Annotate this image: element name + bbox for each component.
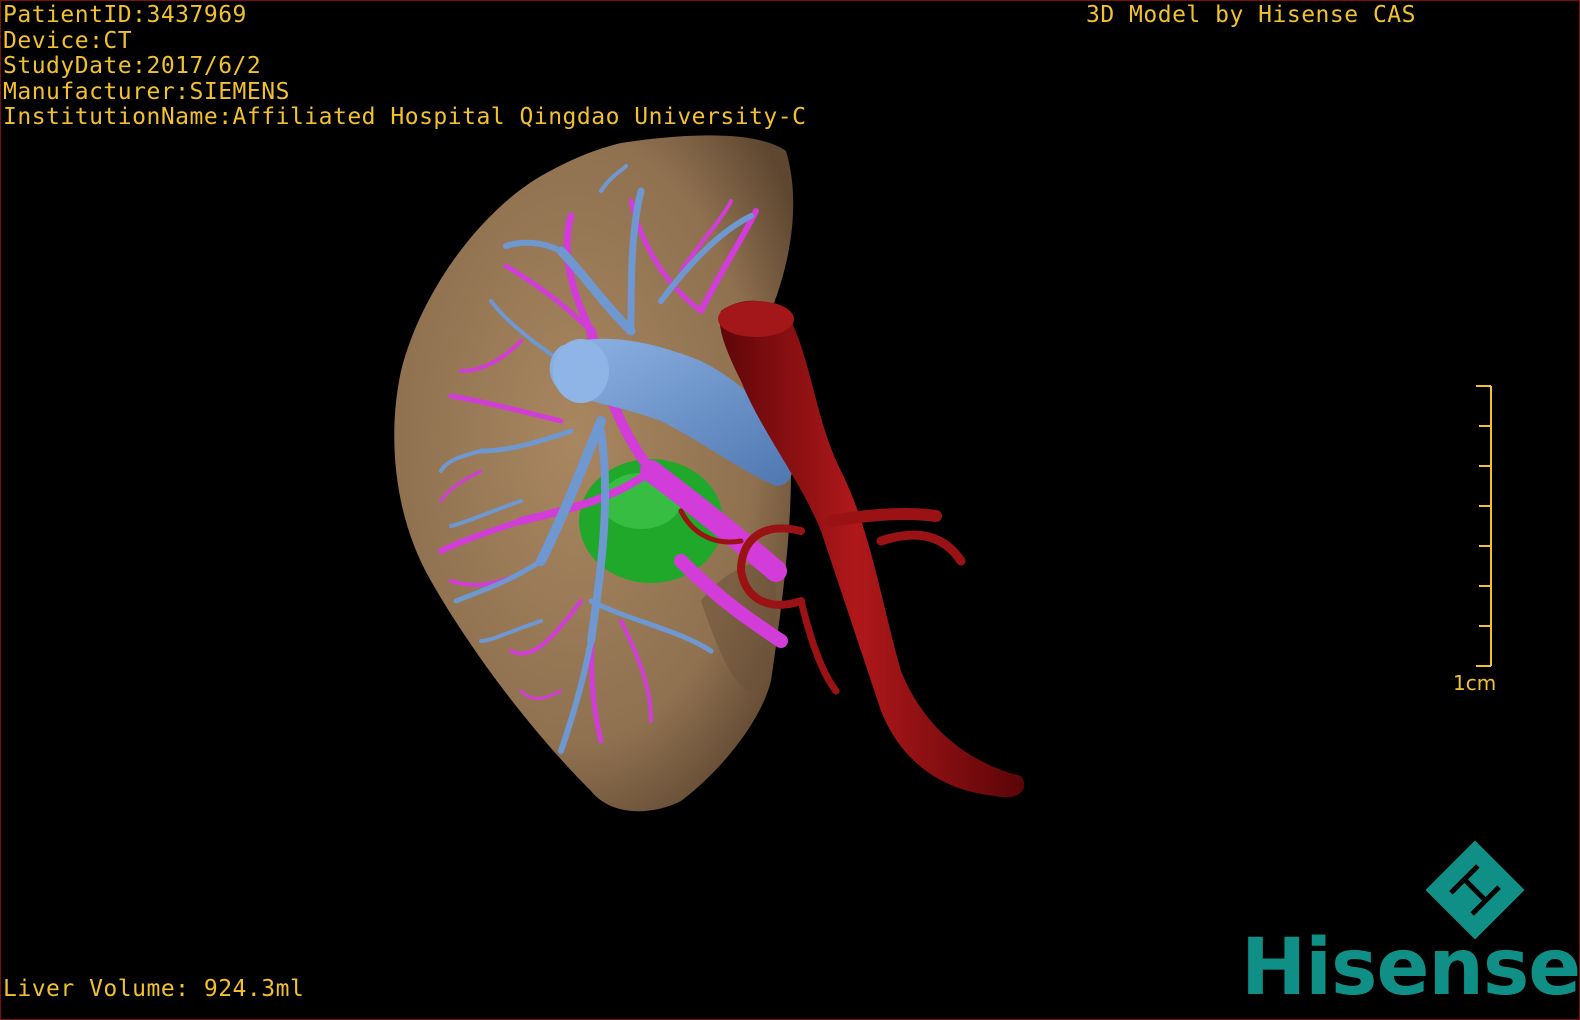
liver-3d-model[interactable] — [1, 1, 1580, 1020]
3d-viewport[interactable]: PatientID:3437969 Device:CT StudyDate:2017… — [0, 0, 1580, 1020]
dicom-info-overlay: PatientID:3437969 Device:CT StudyDate:2017… — [3, 2, 807, 131]
liver-volume: Liver Volume: 924.3ml — [3, 976, 305, 1002]
aorta-cut-end — [718, 301, 794, 337]
institution-name: InstitutionName:Affiliated Hospital Qing… — [3, 104, 807, 130]
scale-bar — [1476, 385, 1492, 667]
device: Device:CT — [3, 27, 133, 54]
hisense-wordmark: Hisense — [1241, 923, 1580, 1013]
portal-vein-cut-end — [553, 339, 609, 403]
scale-label: 1cm — [1453, 671, 1497, 695]
manufacturer: Manufacturer:SIEMENS — [3, 78, 290, 105]
model-credit: 3D Model by Hisense CAS — [1086, 2, 1416, 28]
study-date: StudyDate:2017/6/2 — [3, 53, 262, 79]
patient-id: PatientID:3437969 — [3, 2, 247, 28]
